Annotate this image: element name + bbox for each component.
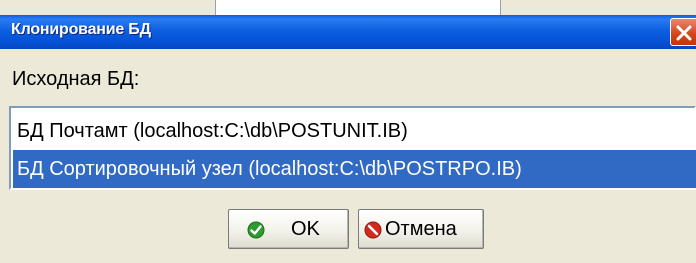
db-list-item-selected[interactable]: БД Сортировочный узел (localhost:C:\db\P…: [13, 150, 696, 188]
title-bar[interactable]: Клонирование БД: [0, 15, 696, 49]
green-check-icon: [247, 221, 265, 239]
close-icon: [676, 25, 692, 41]
background-window-strip: [0, 0, 696, 15]
cancel-button[interactable]: Отмена: [358, 209, 484, 249]
ok-button-label: OK: [291, 218, 320, 240]
db-list-item[interactable]: БД Почтамт (localhost:C:\db\POSTUNIT.IB): [13, 112, 408, 150]
db-list-item-label: БД Почтамт (localhost:C:\db\POSTUNIT.IB): [17, 120, 408, 142]
source-db-listbox[interactable]: БД Почтамт (localhost:C:\db\POSTUNIT.IB)…: [9, 106, 696, 190]
close-button[interactable]: [670, 18, 696, 46]
dialog-title: Клонирование БД: [11, 21, 151, 38]
source-db-label: Исходная БД:: [12, 68, 140, 90]
ok-button[interactable]: OK: [228, 209, 349, 249]
background-pane: [500, 0, 696, 15]
red-no-entry-icon: [364, 221, 382, 239]
background-pane: [215, 0, 501, 15]
cancel-button-label: Отмена: [385, 218, 457, 240]
clone-db-dialog: Клонирование БД Исходная БД: БД Почтамт …: [0, 15, 696, 263]
db-list-item-label: БД Сортировочный узел (localhost:C:\db\P…: [17, 158, 522, 180]
